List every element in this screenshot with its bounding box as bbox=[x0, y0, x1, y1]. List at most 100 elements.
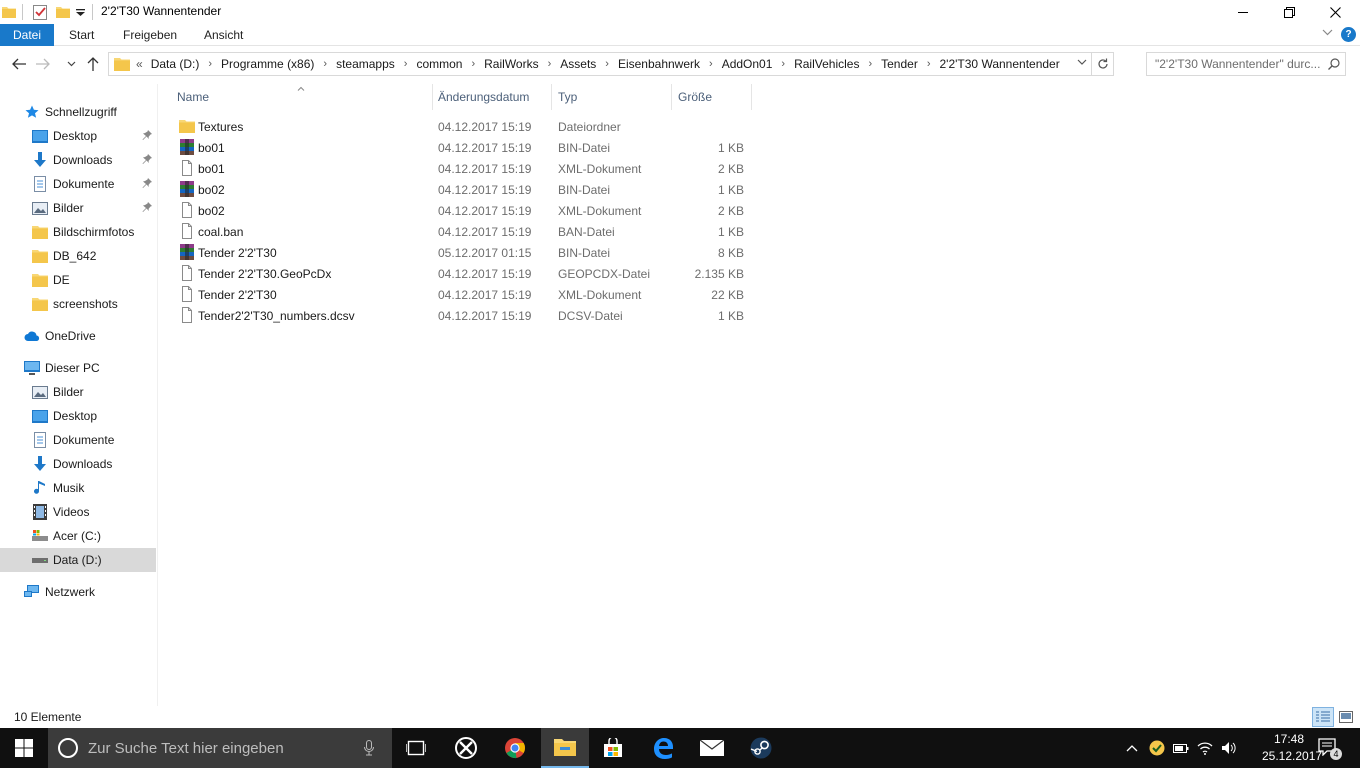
nav-item-desktop[interactable]: Desktop bbox=[0, 124, 156, 148]
nav-item-db642[interactable]: DB_642 bbox=[0, 244, 156, 268]
file-row[interactable]: Tender2'2'T30_numbers.dcsv 04.12.2017 15… bbox=[171, 305, 751, 326]
breadcrumb-separator[interactable]: › bbox=[471, 58, 475, 70]
up-button[interactable] bbox=[82, 53, 104, 75]
breadcrumb-item-current[interactable]: 2'2'T30 Wannentender bbox=[940, 57, 1060, 71]
file-explorer-icon[interactable] bbox=[541, 728, 589, 768]
security-status-icon[interactable] bbox=[1146, 728, 1168, 768]
tab-freigeben[interactable]: Freigeben bbox=[123, 24, 177, 46]
breadcrumb-separator[interactable]: › bbox=[927, 58, 931, 70]
breadcrumb-separator[interactable]: › bbox=[709, 58, 713, 70]
nav-item-videos[interactable]: Videos bbox=[0, 500, 156, 524]
breadcrumb-item[interactable]: Eisenbahnwerk bbox=[618, 57, 700, 71]
nav-item-bilder[interactable]: Bilder bbox=[0, 196, 156, 220]
file-row[interactable]: bo02 04.12.2017 15:19 BIN-Datei 1 KB bbox=[171, 179, 751, 200]
taskbar-search-input[interactable]: Zur Suche Text hier eingeben bbox=[48, 728, 392, 768]
minimize-button[interactable] bbox=[1220, 0, 1266, 24]
breadcrumb-overflow[interactable]: « bbox=[136, 57, 143, 71]
file-row[interactable]: bo01 04.12.2017 15:19 XML-Dokument 2 KB bbox=[171, 158, 751, 179]
battery-icon[interactable] bbox=[1170, 728, 1192, 768]
column-header-date[interactable]: Änderungsdatum bbox=[432, 84, 552, 110]
nav-item-schnellzugriff[interactable]: Schnellzugriff bbox=[0, 100, 156, 124]
breadcrumb-separator[interactable]: › bbox=[404, 58, 408, 70]
nav-item-screenshots[interactable]: screenshots bbox=[0, 292, 156, 316]
pin-icon[interactable] bbox=[142, 153, 152, 167]
file-row[interactable]: Tender 2'2'T30 05.12.2017 01:15 BIN-Date… bbox=[171, 242, 751, 263]
breadcrumb-item[interactable]: Programme (x86) bbox=[221, 57, 314, 71]
breadcrumb-separator[interactable]: › bbox=[208, 58, 212, 70]
nav-item-de[interactable]: DE bbox=[0, 268, 156, 292]
search-icon[interactable] bbox=[1323, 58, 1345, 70]
file-row[interactable]: bo01 04.12.2017 15:19 BIN-Datei 1 KB bbox=[171, 137, 751, 158]
help-icon[interactable]: ? bbox=[1341, 27, 1356, 42]
edge-icon[interactable] bbox=[639, 728, 687, 768]
tab-start[interactable]: Start bbox=[69, 24, 94, 46]
task-view-icon[interactable] bbox=[392, 728, 440, 768]
restore-button[interactable] bbox=[1266, 0, 1312, 24]
xbox-icon[interactable] bbox=[442, 728, 490, 768]
nav-item-acer-c[interactable]: Acer (C:) bbox=[0, 524, 156, 548]
breadcrumb-item[interactable]: Assets bbox=[560, 57, 596, 71]
breadcrumb-separator[interactable]: › bbox=[548, 58, 552, 70]
file-row[interactable]: Tender 2'2'T30 04.12.2017 15:19 XML-Doku… bbox=[171, 284, 751, 305]
search-input[interactable]: "2'2'T30 Wannentender" durc... bbox=[1146, 52, 1346, 76]
expand-ribbon-icon[interactable] bbox=[1322, 27, 1333, 39]
chrome-icon[interactable] bbox=[491, 728, 539, 768]
nav-item-musik[interactable]: Musik bbox=[0, 476, 156, 500]
pin-icon[interactable] bbox=[142, 177, 152, 191]
volume-icon[interactable] bbox=[1218, 728, 1240, 768]
details-view-icon[interactable] bbox=[1312, 707, 1334, 727]
breadcrumb-separator[interactable]: › bbox=[781, 58, 785, 70]
microphone-icon[interactable] bbox=[364, 740, 374, 759]
breadcrumb-separator[interactable]: › bbox=[323, 58, 327, 70]
nav-item-dieser-pc[interactable]: Dieser PC bbox=[0, 356, 156, 380]
recent-locations-button[interactable] bbox=[60, 53, 82, 75]
properties-icon[interactable] bbox=[33, 3, 47, 21]
nav-item-downloads[interactable]: Downloads bbox=[0, 148, 156, 172]
file-row[interactable]: coal.ban 04.12.2017 15:19 BAN-Datei 1 KB bbox=[171, 221, 751, 242]
pin-icon[interactable] bbox=[142, 201, 152, 215]
breadcrumb-item[interactable]: Tender bbox=[881, 57, 918, 71]
forward-button[interactable] bbox=[32, 53, 54, 75]
steam-icon[interactable] bbox=[737, 728, 785, 768]
breadcrumb-item[interactable]: RailWorks bbox=[484, 57, 538, 71]
file-row[interactable]: bo02 04.12.2017 15:19 XML-Dokument 2 KB bbox=[171, 200, 751, 221]
breadcrumb-item[interactable]: AddOn01 bbox=[722, 57, 773, 71]
nav-item-bildschirmfotos[interactable]: Bildschirmfotos bbox=[0, 220, 156, 244]
address-dropdown-icon[interactable] bbox=[1077, 57, 1087, 68]
wifi-icon[interactable] bbox=[1194, 728, 1216, 768]
nav-item-desktop-pc[interactable]: Desktop bbox=[0, 404, 156, 428]
nav-item-data-d[interactable]: Data (D:) bbox=[0, 548, 156, 572]
breadcrumb-item[interactable]: RailVehicles bbox=[794, 57, 859, 71]
tab-datei[interactable]: Datei bbox=[0, 24, 54, 46]
quick-access-dropdown-icon[interactable] bbox=[76, 3, 85, 21]
file-row[interactable]: Tender 2'2'T30.GeoPcDx 04.12.2017 15:19 … bbox=[171, 263, 751, 284]
back-button[interactable] bbox=[8, 53, 30, 75]
breadcrumb-separator[interactable]: › bbox=[868, 58, 872, 70]
mail-icon[interactable] bbox=[688, 728, 736, 768]
nav-item-bilder-pc[interactable]: Bilder bbox=[0, 380, 156, 404]
column-header-size[interactable]: Größe bbox=[672, 84, 752, 110]
large-icons-view-icon[interactable] bbox=[1336, 707, 1356, 727]
store-icon[interactable] bbox=[589, 728, 637, 768]
show-hidden-icons-icon[interactable] bbox=[1124, 728, 1140, 768]
column-header-name[interactable]: Name bbox=[171, 84, 433, 110]
breadcrumb-item[interactable]: steamapps bbox=[336, 57, 395, 71]
file-row[interactable]: Textures 04.12.2017 15:19 Dateiordner bbox=[171, 116, 751, 137]
address-bar[interactable]: « Data (D:) › Programme (x86) › steamapp… bbox=[108, 52, 1114, 76]
start-button[interactable] bbox=[0, 728, 48, 768]
breadcrumb-item[interactable]: common bbox=[416, 57, 462, 71]
nav-item-netzwerk[interactable]: Netzwerk bbox=[0, 580, 156, 604]
new-folder-icon[interactable] bbox=[56, 3, 70, 21]
refresh-icon[interactable] bbox=[1091, 53, 1113, 75]
tab-ansicht[interactable]: Ansicht bbox=[204, 24, 243, 46]
nav-item-onedrive[interactable]: OneDrive bbox=[0, 324, 156, 348]
pin-icon[interactable] bbox=[142, 129, 152, 143]
nav-item-downloads-pc[interactable]: Downloads bbox=[0, 452, 156, 476]
system-clock[interactable]: 17:48 25.12.2017 bbox=[1262, 731, 1322, 765]
column-header-type[interactable]: Typ bbox=[552, 84, 672, 110]
folder-icon[interactable] bbox=[2, 3, 16, 21]
nav-item-dokumente-pc[interactable]: Dokumente bbox=[0, 428, 156, 452]
breadcrumb-separator[interactable]: › bbox=[605, 58, 609, 70]
nav-item-dokumente[interactable]: Dokumente bbox=[0, 172, 156, 196]
breadcrumb-item[interactable]: Data (D:) bbox=[151, 57, 200, 71]
